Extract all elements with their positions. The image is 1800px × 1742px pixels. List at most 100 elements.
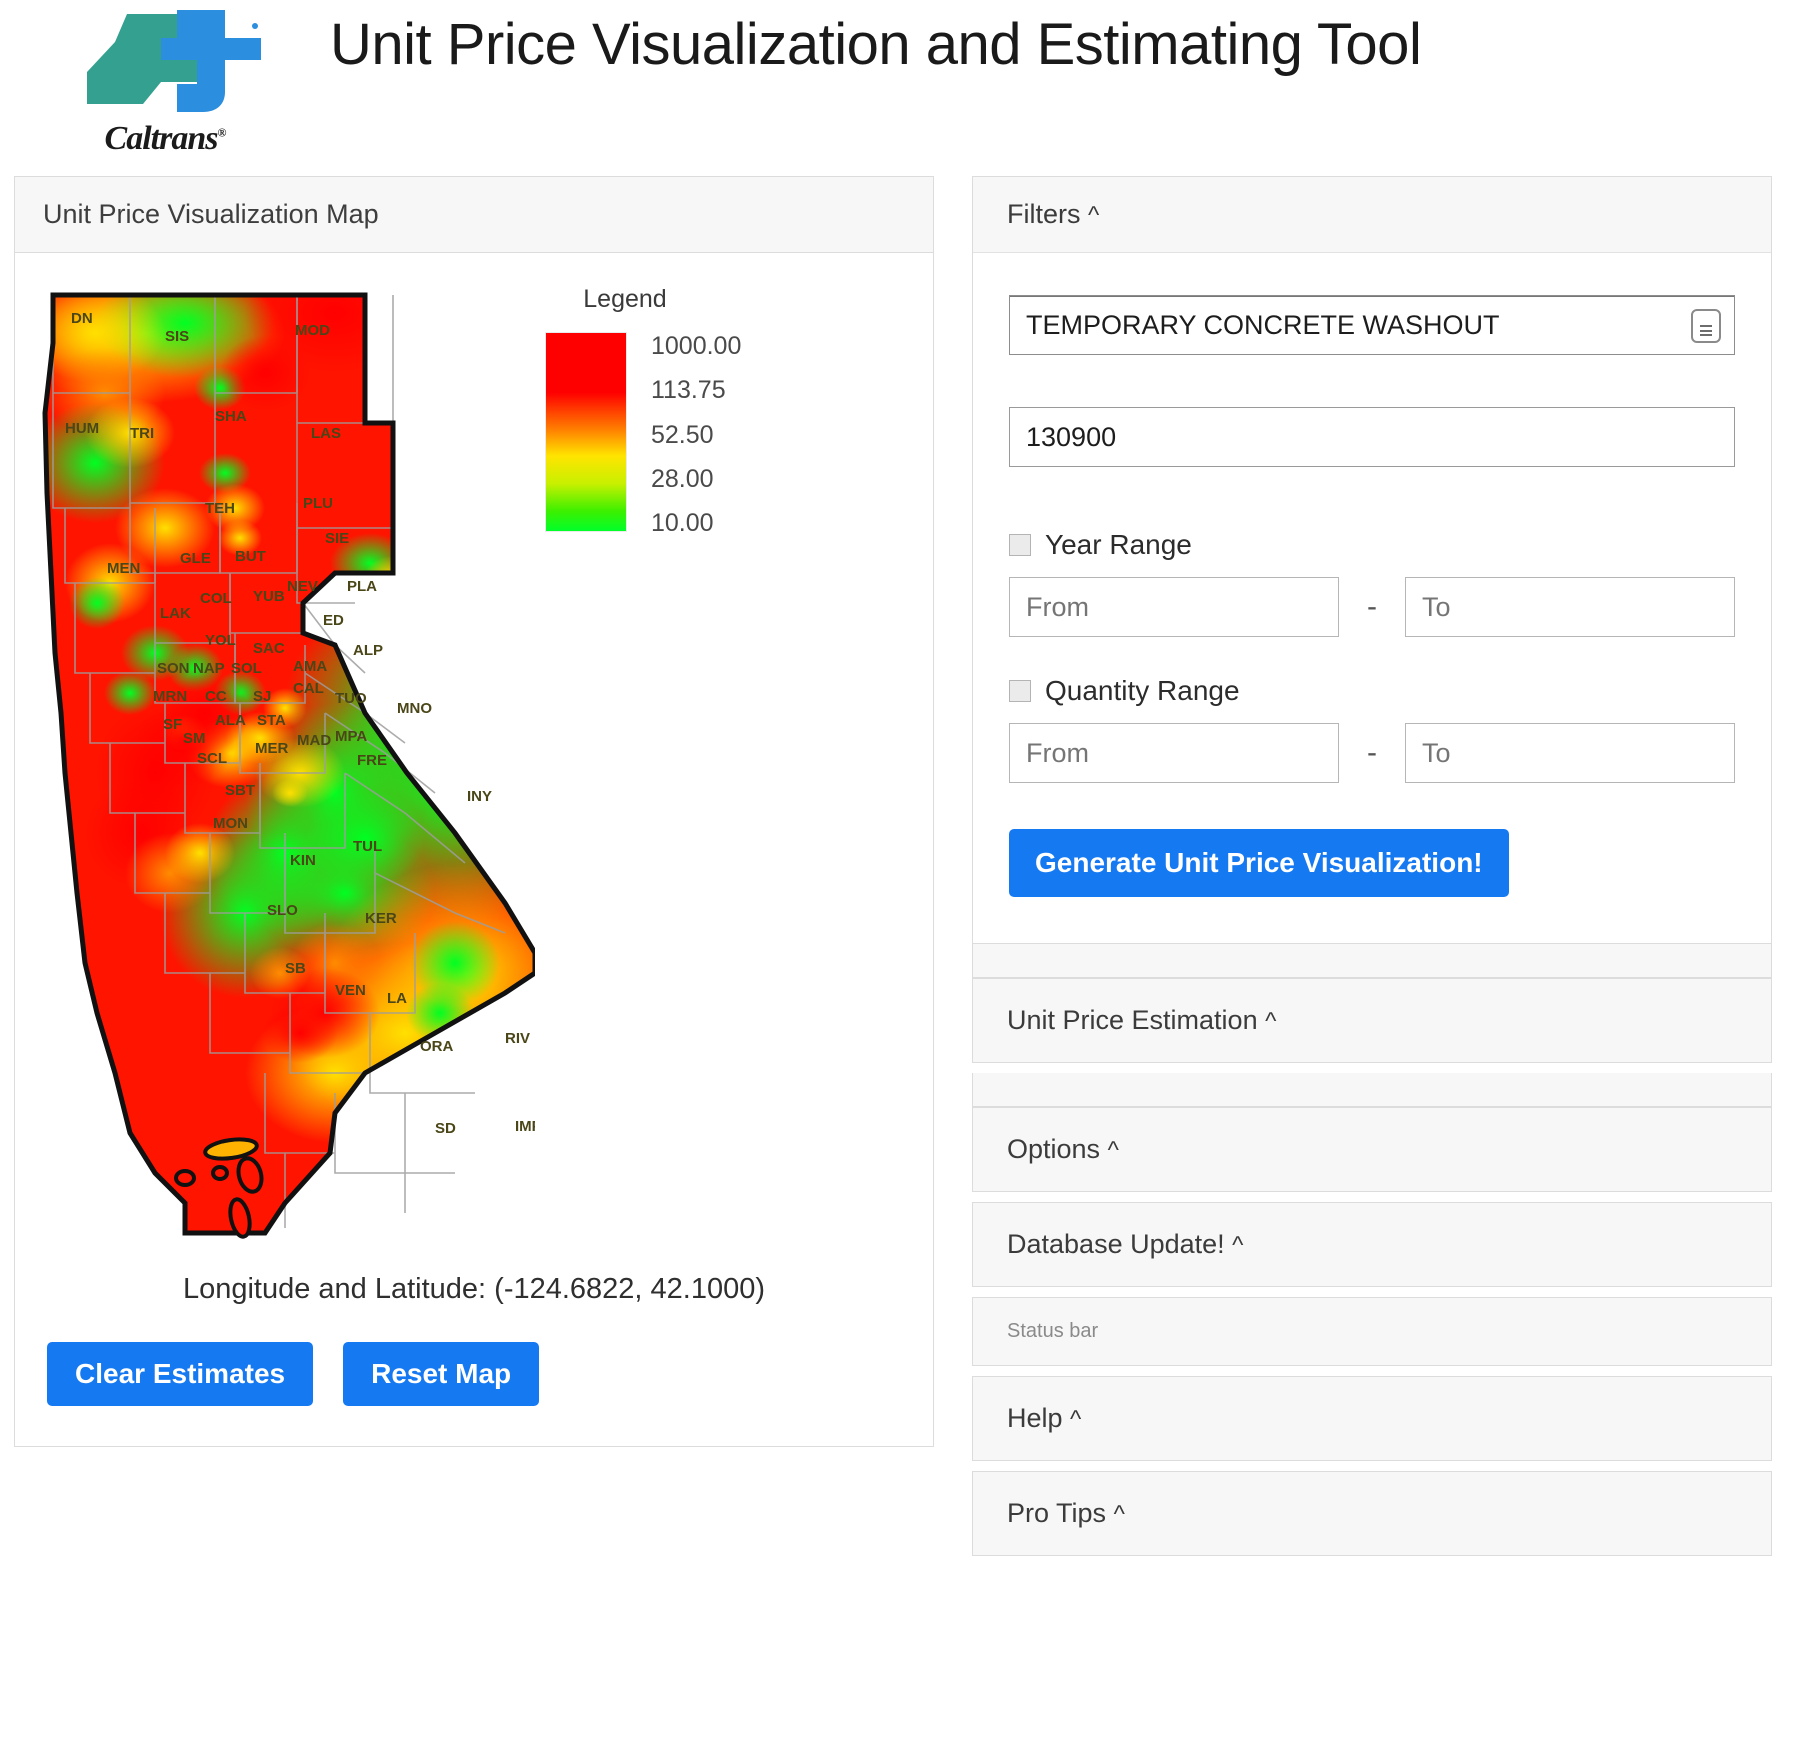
options-label: Options: [1007, 1134, 1101, 1164]
california-heatmap[interactable]: DN SIS MOD HUM TRI SHA LAS TEH PLU GLE B…: [35, 273, 535, 1253]
svg-text:DN: DN: [71, 310, 93, 327]
svg-text:SIS: SIS: [165, 328, 189, 345]
quantity-range-separator: -: [1367, 736, 1377, 769]
svg-text:LAK: LAK: [160, 605, 191, 622]
svg-text:LAS: LAS: [311, 425, 341, 442]
reset-map-button[interactable]: Reset Map: [343, 1342, 540, 1406]
svg-text:KER: KER: [365, 910, 397, 927]
svg-text:ED: ED: [323, 612, 344, 629]
status-bar: Status bar: [972, 1297, 1772, 1366]
svg-text:SHA: SHA: [215, 408, 247, 425]
svg-text:SBT: SBT: [225, 782, 255, 799]
svg-text:HUM: HUM: [65, 420, 99, 437]
svg-text:ORA: ORA: [420, 1038, 454, 1055]
svg-text:GLE: GLE: [180, 550, 211, 567]
svg-text:SJ: SJ: [253, 688, 271, 705]
svg-text:SIE: SIE: [325, 530, 349, 547]
page-header: Caltrans® Unit Price Visualization and E…: [0, 0, 1800, 176]
svg-text:TUL: TUL: [353, 838, 382, 855]
generate-visualization-button[interactable]: Generate Unit Price Visualization!: [1009, 829, 1509, 897]
map-card: Unit Price Visualization Map DN SIS MOD …: [14, 176, 934, 1447]
chevron-up-icon: ^: [1107, 1137, 1119, 1164]
svg-text:MAD: MAD: [297, 732, 331, 749]
svg-text:MON: MON: [213, 815, 248, 832]
svg-text:VEN: VEN: [335, 982, 366, 999]
filters-header-label: Filters: [1007, 199, 1081, 229]
svg-text:TUO: TUO: [335, 690, 367, 707]
chevron-up-icon: ^: [1113, 1501, 1125, 1528]
quantity-range-checkbox[interactable]: [1009, 680, 1031, 702]
year-range-label: Year Range: [1045, 529, 1192, 560]
svg-text:MRN: MRN: [153, 688, 187, 705]
legend-tick-2: 52.50: [651, 420, 714, 449]
quantity-from-input[interactable]: [1009, 723, 1339, 783]
svg-text:PLU: PLU: [303, 495, 333, 512]
unit-price-estimation-label: Unit Price Estimation: [1007, 1005, 1258, 1035]
item-name-input[interactable]: [1009, 295, 1735, 355]
caltrans-logo: Caltrans®: [0, 0, 330, 158]
quantity-range-row[interactable]: Quantity Range: [1009, 675, 1735, 707]
year-range-separator: -: [1367, 590, 1377, 623]
legend-tick-4: 10.00: [651, 509, 714, 537]
quantity-range-label: Quantity Range: [1045, 675, 1240, 706]
svg-text:TRI: TRI: [130, 425, 154, 442]
database-update-label: Database Update!: [1007, 1229, 1225, 1259]
item-name-combo[interactable]: [1009, 295, 1735, 355]
year-to-input[interactable]: [1405, 577, 1735, 637]
svg-text:SON: SON: [157, 660, 190, 677]
dropdown-list-icon[interactable]: [1691, 309, 1721, 343]
svg-text:SM: SM: [183, 730, 206, 747]
pro-tips-label: Pro Tips: [1007, 1498, 1107, 1528]
svg-text:ALA: ALA: [215, 712, 246, 729]
svg-text:YUB: YUB: [253, 588, 285, 605]
year-from-input[interactable]: [1009, 577, 1339, 637]
svg-text:SF: SF: [163, 716, 182, 733]
svg-text:STA: STA: [257, 712, 286, 729]
help-label: Help: [1007, 1403, 1063, 1433]
chevron-up-icon: ^: [1232, 1232, 1244, 1259]
svg-text:PLA: PLA: [347, 578, 377, 595]
svg-text:LA: LA: [387, 990, 407, 1007]
svg-text:TEH: TEH: [205, 500, 235, 517]
svg-text:MPA: MPA: [335, 728, 367, 745]
panel-spacer: [972, 944, 1772, 978]
quantity-to-input[interactable]: [1405, 723, 1735, 783]
year-range-row[interactable]: Year Range: [1009, 529, 1735, 561]
svg-text:CC: CC: [205, 688, 227, 705]
svg-text:RIV: RIV: [505, 1030, 530, 1047]
legend-title: Legend: [583, 285, 667, 313]
chevron-up-icon: ^: [1088, 202, 1100, 229]
svg-text:MNO: MNO: [397, 700, 432, 717]
filters-panel: Filters ^ Year Range -: [972, 176, 1772, 944]
map-area[interactable]: DN SIS MOD HUM TRI SHA LAS TEH PLU GLE B…: [25, 267, 923, 1267]
section-help[interactable]: Help ^: [972, 1376, 1772, 1461]
map-legend: Legend 1000.00 113.75 52.50 28.00 10.00: [545, 285, 815, 538]
section-pro-tips[interactable]: Pro Tips ^: [972, 1471, 1772, 1556]
svg-text:SLO: SLO: [267, 902, 298, 919]
svg-text:SB: SB: [285, 960, 306, 977]
svg-text:KIN: KIN: [290, 852, 316, 869]
svg-text:MEN: MEN: [107, 560, 140, 577]
svg-text:MOD: MOD: [295, 322, 330, 339]
trademark-symbol: ®: [217, 125, 226, 140]
section-database-update[interactable]: Database Update! ^: [972, 1202, 1772, 1287]
svg-text:NEV: NEV: [287, 578, 318, 595]
section-options[interactable]: Options ^: [972, 1107, 1772, 1192]
svg-text:FRE: FRE: [357, 752, 387, 769]
chevron-up-icon: ^: [1265, 1008, 1277, 1035]
svg-text:ALP: ALP: [353, 642, 383, 659]
svg-text:SAC: SAC: [253, 640, 285, 657]
year-range-checkbox[interactable]: [1009, 534, 1031, 556]
clear-estimates-button[interactable]: Clear Estimates: [47, 1342, 314, 1406]
svg-text:INY: INY: [467, 788, 492, 805]
item-code-input[interactable]: [1009, 407, 1735, 467]
legend-tick-1: 113.75: [651, 376, 726, 405]
svg-text:CAL: CAL: [293, 680, 324, 697]
svg-text:BUT: BUT: [235, 548, 266, 565]
coordinates-readout: Longitude and Latitude: (-124.6822, 42.1…: [182, 1273, 766, 1305]
section-unit-price-estimation[interactable]: Unit Price Estimation ^: [972, 978, 1772, 1063]
svg-text:SOL: SOL: [231, 660, 262, 677]
svg-text:YOL: YOL: [205, 632, 236, 649]
filters-header[interactable]: Filters ^: [973, 177, 1771, 253]
svg-text:SCL: SCL: [197, 750, 227, 767]
